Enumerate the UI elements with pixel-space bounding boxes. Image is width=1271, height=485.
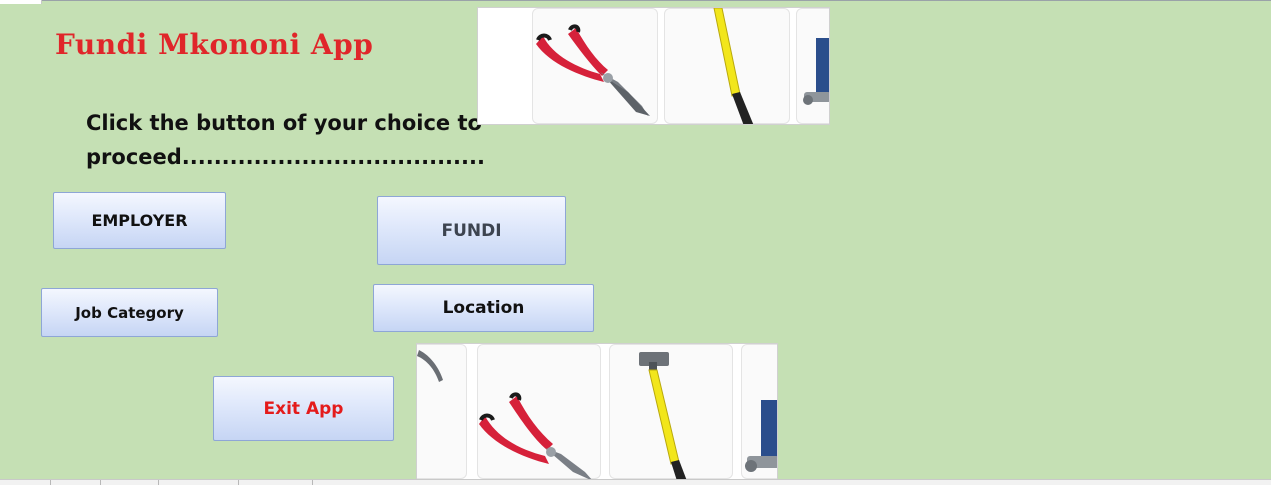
hook-icon	[417, 350, 443, 382]
top-border-line	[0, 0, 1271, 1]
hammer-icon	[639, 352, 687, 479]
left-header-cell	[0, 0, 42, 4]
location-button[interactable]: Location	[373, 284, 594, 332]
tab-separator	[158, 480, 159, 485]
tools-image-bottom	[416, 343, 778, 480]
tab-separator	[238, 480, 239, 485]
instruction-text: Click the button of your choice to proce…	[86, 106, 485, 174]
fundi-button[interactable]: FUNDI	[377, 196, 566, 265]
instruction-line-1: Click the button of your choice to	[86, 111, 482, 135]
tab-separator	[312, 480, 313, 485]
vise-icon	[745, 400, 777, 472]
exit-app-button[interactable]: Exit App	[213, 376, 394, 441]
sheet-tab-bar	[0, 479, 1271, 485]
employer-button[interactable]: EMPLOYER	[53, 192, 226, 249]
tab-separator	[100, 480, 101, 485]
plier-icon	[479, 392, 592, 479]
vise-icon	[803, 38, 829, 105]
app-title: Fundi Mkononi App	[55, 28, 374, 61]
tab-separator	[50, 480, 51, 485]
hammer-handle-icon	[713, 8, 754, 124]
job-category-button[interactable]: Job Category	[41, 288, 218, 337]
plier-icon	[536, 24, 650, 116]
instruction-line-2: proceed.................................…	[86, 145, 485, 169]
tools-image-top	[477, 7, 830, 125]
